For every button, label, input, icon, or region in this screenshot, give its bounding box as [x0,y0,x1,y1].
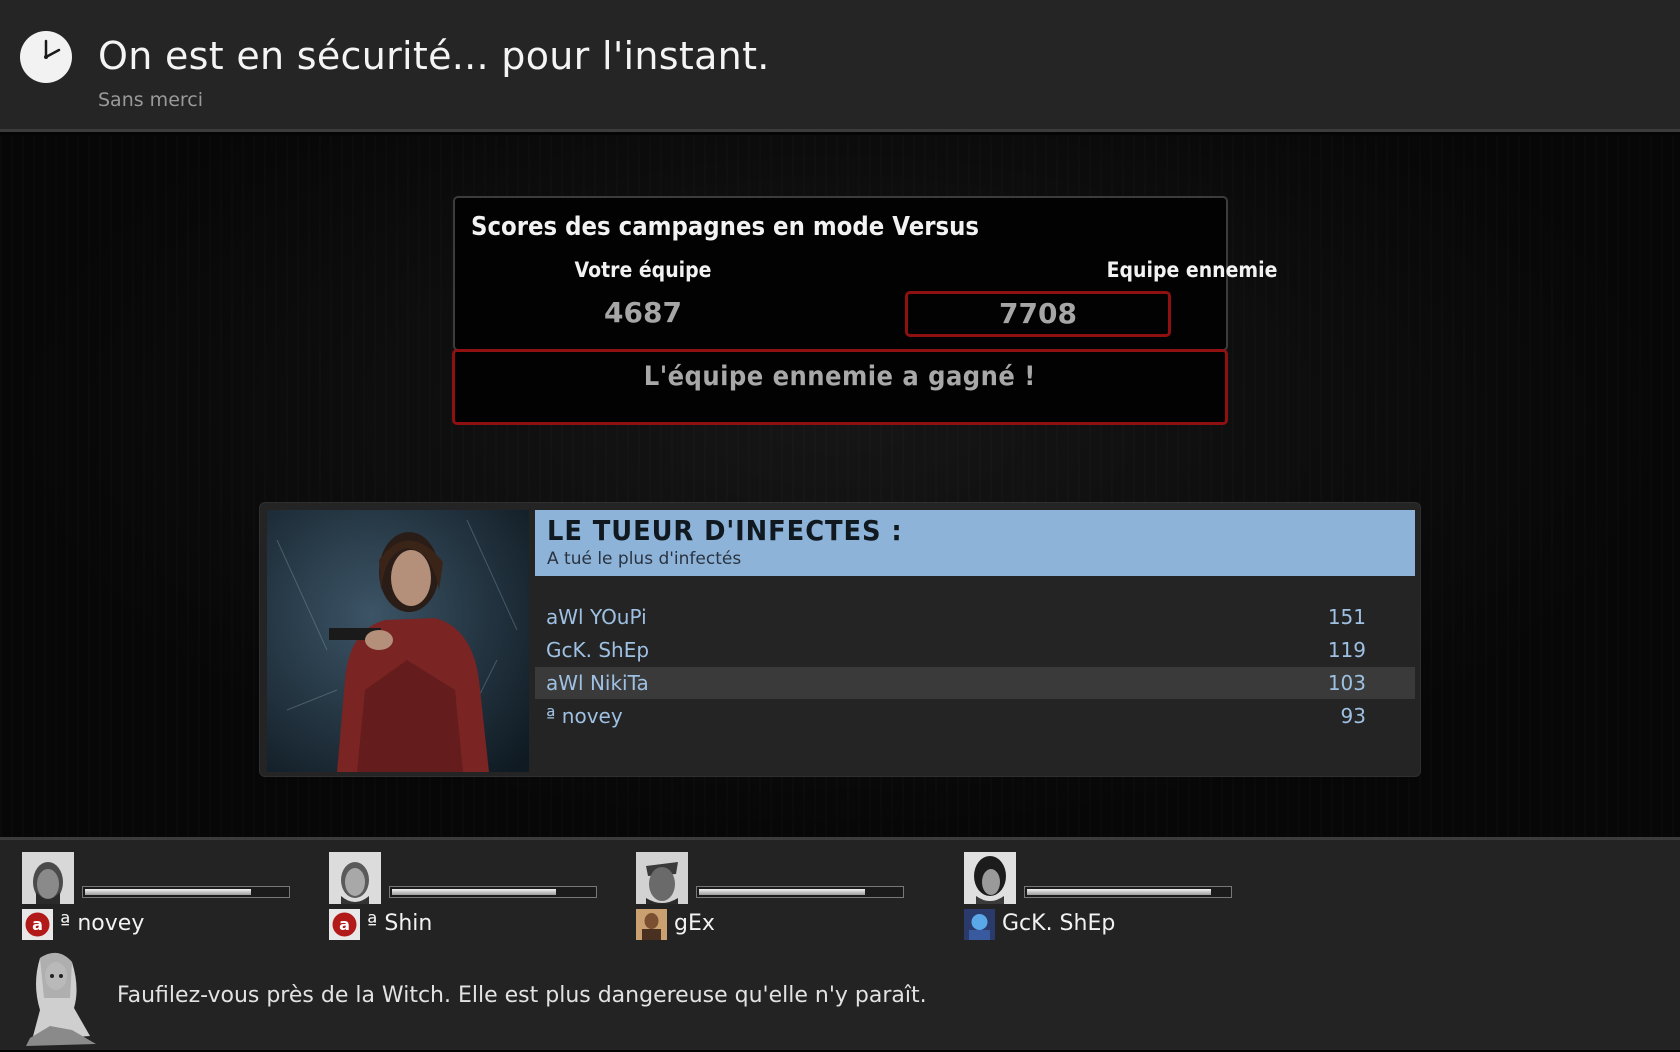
header-bar: On est en sécurité... pour l'instant. Sa… [0,0,1680,132]
ranking-player-name: GcK. ShEp [546,638,650,662]
page-title: On est en sécurité... pour l'instant. [98,34,770,78]
player-card-shin: a ª Shin [329,852,629,940]
ranking-player-score: 103 [1327,671,1366,695]
ranking-row: aWl YOuPi 151 [535,601,1415,633]
survivor-face-icon [964,852,1016,904]
health-bar [1024,886,1232,898]
your-team-label: Votre équipe [574,258,712,282]
ranking-row: ª novey 93 [535,700,1415,732]
health-bar [389,886,597,898]
result-text: L'équipe ennemie a gagné ! [643,361,1036,392]
red-a-logo-icon: a [329,909,360,940]
health-bar-fill [699,889,865,895]
ranking-player-name: aWl YOuPi [546,605,647,629]
player-avatar-icon [964,909,995,940]
survivor-face-icon [22,852,74,904]
team-footer: a ª novey a ª Shin gEx GcK. ShEp Faufile… [0,837,1680,1050]
ranking-player-score: 151 [1327,605,1366,629]
player-name: ª novey [60,911,145,936]
ranking-player-name: aWl NikiTa [546,671,649,695]
player-name: GcK. ShEp [1002,911,1116,936]
score-panel-title: Scores des campagnes en mode Versus [471,212,980,242]
enemy-team-label: Equipe ennemie [1106,258,1278,282]
player-card-novey: a ª novey [22,852,322,940]
survivor-face-icon [636,852,688,904]
health-bar [696,886,904,898]
award-header: LE TUEUR D'INFECTES : A tué le plus d'in… [535,510,1415,576]
health-bar-fill [1027,889,1211,895]
player-card-gck-shep: GcK. ShEp [964,852,1264,940]
award-title: LE TUEUR D'INFECTES : [547,514,903,547]
witch-icon [10,948,110,1048]
ranking-row: GcK. ShEp 119 [535,634,1415,666]
your-team-score: 4687 [604,296,682,329]
award-panel: LE TUEUR D'INFECTES : A tué le plus d'in… [259,502,1421,777]
ranking-row-highlighted: aWl NikiTa 103 [535,667,1415,699]
player-name: ª Shin [367,911,433,936]
player-card-gex: gEx [636,852,936,940]
ranking-player-score: 93 [1340,704,1366,728]
award-description: A tué le plus d'infectés [547,549,742,569]
health-bar-fill [392,889,556,895]
player-avatar-icon [636,909,667,940]
survivor-face-icon [329,852,381,904]
enemy-team-score: 7708 [905,291,1171,337]
clock-icon [20,31,72,83]
award-ranking-list: aWl YOuPi 151 GcK. ShEp 119 aWl NikiTa 1… [535,601,1415,733]
difficulty-subtitle: Sans merci [98,89,204,111]
ranking-player-score: 119 [1327,638,1366,662]
player-name: gEx [674,911,715,936]
svg-text:a: a [339,915,350,934]
health-bar [82,886,290,898]
health-bar-fill [85,889,251,895]
red-a-logo-icon: a [22,909,53,940]
survivor-portrait [267,510,529,772]
versus-score-panel: Scores des campagnes en mode Versus Votr… [453,196,1277,351]
result-banner: L'équipe ennemie a gagné ! [452,349,1228,425]
svg-text:a: a [32,915,43,934]
gameplay-tip: Faufilez-vous près de la Witch. Elle est… [117,983,927,1008]
ranking-player-name: ª novey [546,704,623,728]
